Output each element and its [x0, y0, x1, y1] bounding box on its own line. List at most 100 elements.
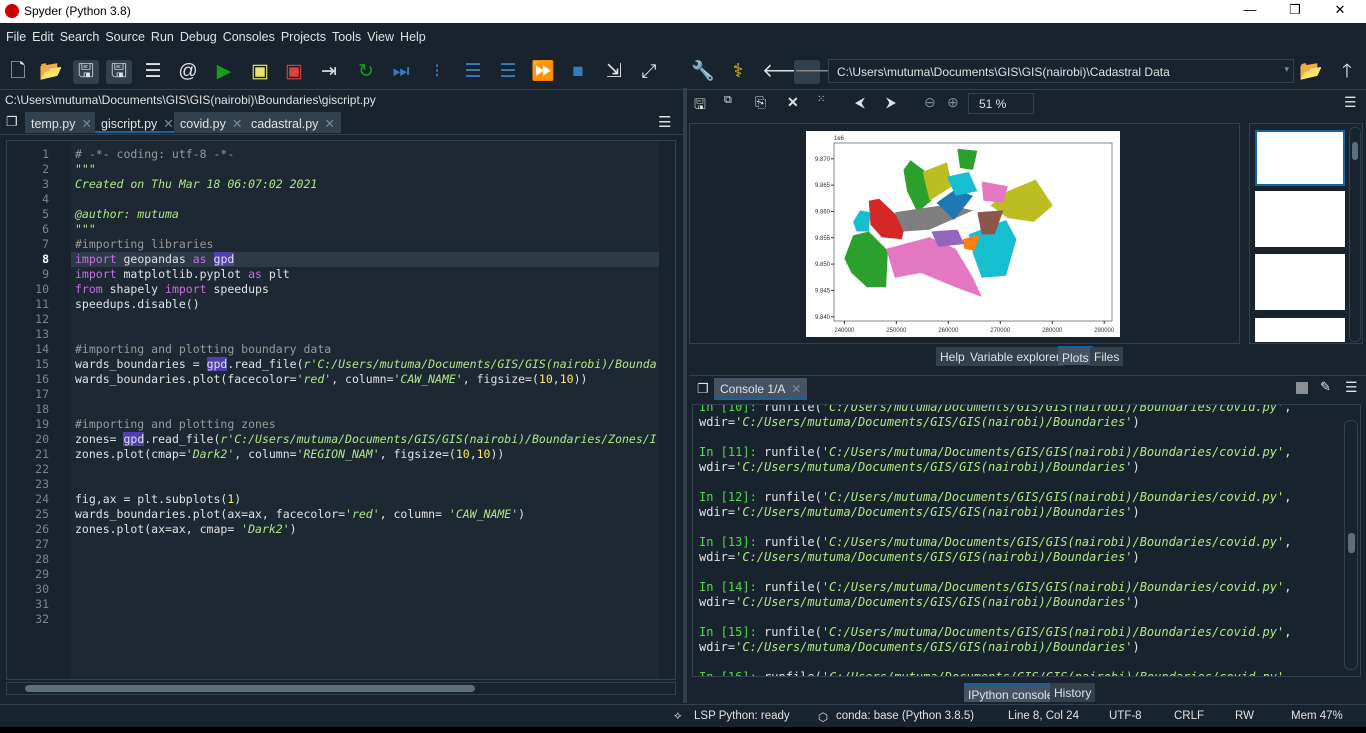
prompt: In [11]: — [699, 445, 765, 459]
save-all-icon[interactable]: 🖫 — [106, 60, 132, 84]
scrollbar-handle[interactable] — [25, 685, 475, 692]
step-into-icon[interactable]: ☰ — [460, 60, 486, 84]
tab-files[interactable]: Files — [1090, 347, 1124, 366]
copy-plot-icon[interactable]: ⎘ — [755, 94, 766, 111]
lsp-status[interactable]: LSP Python: ready — [694, 710, 790, 722]
email-icon[interactable]: @ — [175, 60, 201, 84]
line-number: 7 — [42, 237, 49, 251]
close-tab-icon[interactable]: ✕ — [324, 117, 334, 131]
tab-plots[interactable]: Plots — [1058, 346, 1093, 365]
editor-horizontal-scrollbar[interactable] — [6, 682, 676, 695]
tab-help[interactable]: Help — [936, 347, 969, 366]
browse-tabs-icon[interactable]: ❐ — [6, 114, 18, 130]
clear-console-eraser-icon[interactable]: ✎ — [1320, 379, 1331, 395]
parent-dir-icon[interactable]: 🡑 — [1334, 60, 1360, 84]
menu-search[interactable]: Search — [57, 27, 103, 49]
tab-covid-py[interactable]: covid.py ✕ — [174, 112, 249, 133]
menu-consoles[interactable]: Consoles — [220, 27, 278, 49]
step-return-icon[interactable]: ☰ — [495, 60, 521, 84]
working-directory-combo[interactable]: C:\Users\mutuma\Documents\GIS\GIS(nairob… — [828, 59, 1294, 83]
tab-history[interactable]: History — [1050, 683, 1096, 702]
ipython-console[interactable]: In [10]: runfile('C:/Users/mutuma/Docume… — [692, 404, 1361, 677]
close-tab-icon[interactable]: ✕ — [163, 117, 173, 131]
maximize-pane-icon[interactable]: ⇲ — [601, 60, 627, 84]
zoom-in-icon[interactable]: ⊕ — [947, 94, 959, 111]
menu-help[interactable]: Help — [397, 27, 429, 49]
previous-plot-icon[interactable]: ⮜ — [855, 94, 865, 111]
run-icon[interactable]: ▶ — [211, 60, 237, 84]
continue-icon[interactable]: ⏩ — [530, 60, 556, 84]
run-selection-icon[interactable]: ⇥ — [316, 60, 342, 84]
close-tab-icon[interactable]: ✕ — [81, 117, 91, 131]
menu-view[interactable]: View — [364, 27, 397, 49]
stop-icon[interactable]: ■ — [565, 60, 591, 84]
minimize-button[interactable]: — — [1230, 2, 1270, 20]
code-token: fig,ax = plt.subplots( — [75, 492, 228, 506]
code-token: gpd — [206, 357, 228, 371]
chevron-down-icon[interactable]: ▾ — [1284, 64, 1289, 75]
tab-variable-explorer[interactable]: Variable explorer — [966, 347, 1064, 366]
menu-debug[interactable]: Debug — [177, 27, 220, 49]
menu-source[interactable]: Source — [102, 27, 148, 49]
maximize-button[interactable]: ❐ — [1275, 2, 1315, 20]
code-token: import — [165, 282, 207, 296]
outline-icon[interactable]: ☰ — [140, 60, 166, 84]
remove-all-plots-icon[interactable]: ⁙ — [817, 94, 825, 105]
thumbnail-3[interactable] — [1255, 254, 1345, 310]
code-area[interactable]: # -*- coding: utf-8 -*- """ Created on Thu… — [71, 141, 659, 679]
save-all-plots-icon[interactable]: ⧉ — [724, 94, 732, 107]
menu-edit[interactable]: Edit — [29, 27, 57, 49]
run-cell-icon[interactable]: ▣ — [247, 60, 273, 84]
tab-temp-py[interactable]: temp.py ✕ — [25, 112, 98, 133]
thumbnail-2[interactable] — [1255, 191, 1345, 247]
line-number: 12 — [35, 312, 49, 326]
code-token: """ — [75, 162, 96, 176]
open-file-icon[interactable]: 📂 — [38, 60, 64, 84]
menu-file[interactable]: File — [3, 27, 29, 49]
tab-ipython-console[interactable]: IPython console — [964, 683, 1058, 702]
run-cell-advance-icon[interactable]: ▣ — [281, 60, 307, 84]
code-token: )) — [573, 372, 588, 386]
close-tab-icon[interactable]: ✕ — [232, 117, 242, 131]
remove-plot-icon[interactable]: ✕ — [787, 94, 799, 111]
rerun-icon[interactable]: ↻ — [353, 60, 379, 84]
tab-giscript-py[interactable]: giscript.py ✕ — [95, 112, 180, 133]
console-tab[interactable]: Console 1/A ✕ — [714, 378, 808, 400]
zoom-level-field[interactable]: 51 % — [968, 93, 1034, 114]
browse-folder-icon[interactable]: 📂 — [1298, 60, 1324, 84]
next-plot-icon[interactable]: ⮞ — [886, 94, 896, 111]
window-title: Spyder (Python 3.8) — [24, 4, 131, 18]
close-tab-icon[interactable]: ✕ — [791, 382, 801, 396]
console-options-icon[interactable]: ☰ — [1345, 379, 1358, 396]
tab-label: cadastral.py — [251, 117, 319, 131]
code-editor[interactable]: 1 2 3 4 5 6 7 8 9 10 11 12 13 14 15 16 17 18 19 20 21 22 23 24 2… — [6, 140, 676, 680]
y-tick-label: 9.845 — [815, 288, 831, 294]
new-file-icon[interactable]: 🗋 — [5, 60, 31, 84]
menu-tools[interactable]: Tools — [329, 27, 364, 49]
python-path-icon[interactable]: ⚕ — [725, 60, 751, 84]
line-number: 6 — [42, 222, 49, 236]
thumbnail-1[interactable] — [1255, 130, 1345, 186]
zoom-out-icon[interactable]: ⊖ — [924, 94, 936, 111]
debug-icon[interactable]: ⏭ — [388, 60, 414, 84]
thumbnails-scrollbar[interactable] — [1349, 127, 1361, 342]
thumbnail-4[interactable] — [1255, 318, 1345, 342]
plots-options-icon[interactable]: ☰ — [1344, 94, 1357, 111]
conda-env-status[interactable]: conda: base (Python 3.8.5) — [836, 710, 974, 722]
step-icon[interactable]: ⁝ — [424, 60, 450, 84]
fullscreen-icon[interactable]: ⤢ — [636, 60, 662, 84]
browse-tabs-icon[interactable]: ❐ — [697, 381, 709, 397]
save-plot-icon[interactable]: 🖫 — [694, 94, 706, 118]
options-menu-icon[interactable]: ☰ — [658, 113, 671, 131]
save-icon[interactable]: 🖫 — [73, 60, 99, 84]
preferences-wrench-icon[interactable]: 🔧 — [690, 60, 716, 84]
menu-run[interactable]: Run — [148, 27, 177, 49]
console-scrollbar[interactable] — [1344, 420, 1358, 670]
forward-arrow-icon[interactable]: 🡒 — [794, 60, 845, 84]
pane-splitter[interactable] — [683, 88, 687, 703]
menu-projects[interactable]: Projects — [278, 27, 329, 49]
close-button[interactable]: ✕ — [1320, 2, 1360, 20]
back-arrow-icon[interactable]: 🡐 — [762, 60, 813, 84]
interrupt-kernel-icon[interactable] — [1296, 382, 1308, 394]
tab-cadastral-py[interactable]: cadastral.py ✕ — [245, 112, 341, 133]
